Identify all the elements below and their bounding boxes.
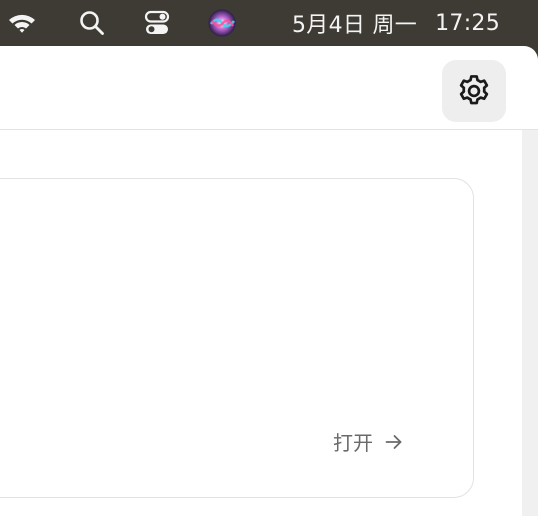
open-link[interactable]: 打开 bbox=[333, 427, 403, 456]
arrow-right-icon bbox=[385, 434, 403, 450]
menu-bar: 5月4日 周一 17:25 bbox=[0, 0, 538, 46]
control-center-icon[interactable] bbox=[140, 0, 174, 46]
date-label: 5月4日 周一 bbox=[292, 13, 418, 38]
time-label: 17:25 bbox=[435, 10, 500, 36]
open-label: 打开 bbox=[333, 431, 373, 455]
search-icon[interactable] bbox=[76, 0, 108, 46]
settings-button[interactable] bbox=[442, 60, 506, 122]
content-area: 打开 bbox=[0, 130, 520, 516]
scrollbar-track[interactable] bbox=[522, 130, 538, 516]
siri-icon[interactable] bbox=[205, 0, 239, 46]
card: 打开 bbox=[0, 178, 474, 498]
app-window: 打开 bbox=[0, 46, 538, 516]
menu-bar-clock[interactable]: 5月4日 周一 17:25 bbox=[292, 0, 500, 46]
toolbar bbox=[0, 46, 538, 130]
wifi-icon[interactable] bbox=[4, 0, 40, 46]
gear-icon bbox=[459, 75, 489, 105]
